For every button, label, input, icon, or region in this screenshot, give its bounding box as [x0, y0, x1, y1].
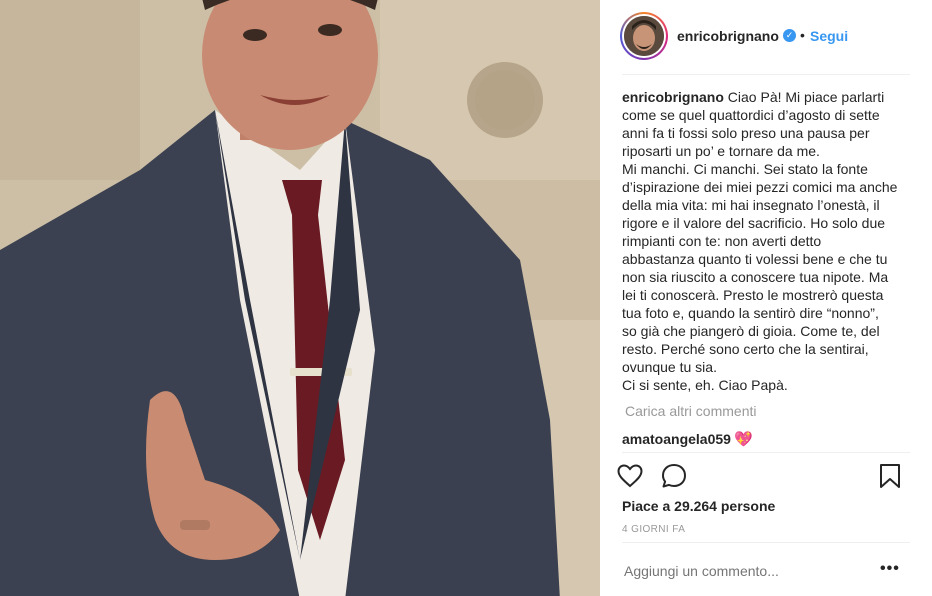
caption-line: come se quel quattordici d’agosto di set…: [622, 107, 880, 123]
verified-badge-icon: ✓: [783, 29, 796, 42]
comment-box-divider: [622, 542, 910, 543]
caption-line: non sia riuscito a conoscere tua nipote.…: [622, 269, 889, 285]
header-separator: •: [800, 27, 805, 43]
caption-line: Ci si sente, eh. Ciao Papà.: [622, 377, 788, 393]
add-comment-input[interactable]: [624, 563, 864, 579]
post-caption: enricobrignano Ciao Pà! Mi piace parlart…: [622, 88, 912, 394]
caption-line: resto. Perché sono certo che la sentirai…: [622, 341, 869, 357]
comment-bubble-icon: [662, 464, 686, 488]
post-timestamp: 4 GIORNI FA: [622, 524, 686, 535]
avatar-face-icon: [624, 16, 664, 56]
caption-line: rimpianti con te: non averti detto: [622, 233, 822, 249]
caption-line: anni fa ti fossi solo preso una pausa pe…: [622, 125, 870, 141]
comment-item: amatoangela059 💖: [622, 430, 753, 448]
more-options-button[interactable]: •••: [880, 560, 900, 578]
bookmark-icon: [880, 464, 900, 488]
actions-divider: [622, 452, 910, 453]
sparkling-heart-emoji: 💖: [733, 431, 753, 448]
comment-button[interactable]: [660, 462, 688, 490]
man-in-suit-photo: [0, 0, 600, 596]
caption-line: Ciao Pà! Mi piace parlarti: [727, 89, 885, 105]
caption-line: lei ti conoscerà. Presto le mostrerò que…: [622, 287, 884, 303]
heart-outline-icon: [617, 464, 643, 488]
likes-count[interactable]: Piace a 29.264 persone: [622, 498, 775, 514]
caption-line: riposarti un po’ e tornare da me.: [622, 143, 820, 159]
post-actions-bar: [616, 458, 916, 492]
header-divider: [622, 74, 910, 75]
caption-username[interactable]: enricobrignano: [622, 89, 724, 105]
follow-button[interactable]: Segui: [810, 28, 848, 44]
author-username[interactable]: enricobrignano: [677, 28, 779, 44]
like-button[interactable]: [616, 462, 644, 490]
load-more-comments-button[interactable]: Carica altri commenti: [625, 403, 756, 419]
caption-line: so già che piangerò di gioia. Come te, d…: [622, 323, 880, 339]
caption-line: tua foto e, quando la sentirò dire “nonn…: [622, 305, 879, 321]
comment-username[interactable]: amatoangela059: [622, 431, 731, 447]
post-header: enricobrignano ✓ • Segui: [600, 0, 932, 74]
caption-line: Mi manchi. Ci manchi. Sei stato la fonte: [622, 161, 868, 177]
author-avatar[interactable]: [624, 16, 664, 56]
caption-line: rigore e il valore del sacrificio. Ho so…: [622, 215, 886, 231]
post-photo[interactable]: [0, 0, 600, 596]
caption-line: d’ispirazione dei miei pezzi comici ma a…: [622, 179, 898, 195]
save-button[interactable]: [876, 462, 904, 490]
story-ring[interactable]: [620, 12, 668, 60]
post-side-panel: enricobrignano ✓ • Segui enricobrignano …: [600, 0, 932, 596]
caption-line: ovunque tu sia.: [622, 359, 717, 375]
caption-line: della mia vita: mi hai insegnato l’onest…: [622, 197, 880, 213]
caption-line: abbastanza quanto ti volessi bene e che …: [622, 251, 888, 267]
